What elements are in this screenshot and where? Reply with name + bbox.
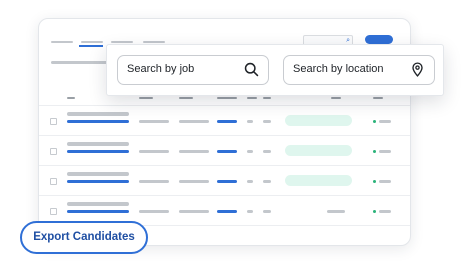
tab-placeholder[interactable] <box>51 41 73 43</box>
job-search-placeholder: Search by job <box>127 63 195 75</box>
column-header[interactable] <box>247 97 257 99</box>
row-checkbox[interactable] <box>50 148 57 155</box>
column-header[interactable] <box>263 97 271 99</box>
cell-link-placeholder[interactable] <box>217 150 237 153</box>
search-panel: Search by job Search by location <box>106 44 444 96</box>
cell-placeholder <box>179 120 209 123</box>
table-header <box>39 95 410 105</box>
cell-placeholder <box>139 210 169 213</box>
export-candidates-button[interactable]: Export Candidates <box>20 221 148 254</box>
column-header[interactable] <box>331 97 341 99</box>
status-dropdown[interactable] <box>379 150 391 153</box>
status-dropdown[interactable] <box>379 120 391 123</box>
table-row[interactable] <box>39 165 410 196</box>
candidate-name-placeholder <box>67 112 129 116</box>
column-header[interactable] <box>179 97 193 99</box>
table-row[interactable] <box>39 135 410 166</box>
row-checkbox[interactable] <box>50 118 57 125</box>
status-dot <box>373 210 376 213</box>
location-search-field[interactable]: Search by location <box>283 55 435 85</box>
candidate-link-placeholder[interactable] <box>67 120 129 123</box>
status-dot <box>373 150 376 153</box>
cell-placeholder <box>139 180 169 183</box>
candidate-name-placeholder <box>67 202 129 206</box>
cell-placeholder <box>327 210 345 213</box>
tab-placeholder[interactable] <box>143 41 165 43</box>
cell-placeholder <box>263 180 271 183</box>
column-header[interactable] <box>373 97 383 99</box>
cell-placeholder <box>263 120 271 123</box>
cell-placeholder <box>263 210 271 213</box>
candidate-name-placeholder <box>67 172 129 176</box>
column-header[interactable] <box>67 97 75 99</box>
column-header[interactable] <box>217 97 237 99</box>
cell-placeholder <box>247 150 253 153</box>
cell-placeholder <box>247 120 253 123</box>
job-search-field[interactable]: Search by job <box>117 55 269 85</box>
tab-placeholder-active[interactable] <box>81 41 103 43</box>
row-checkbox[interactable] <box>50 208 57 215</box>
status-dot <box>373 120 376 123</box>
tab-placeholder[interactable] <box>111 41 133 43</box>
search-icon <box>244 62 259 77</box>
table-row[interactable] <box>39 105 410 136</box>
cell-placeholder <box>179 150 209 153</box>
primary-action-button[interactable] <box>365 35 393 44</box>
status-badge <box>285 175 352 186</box>
candidate-link-placeholder[interactable] <box>67 150 129 153</box>
cell-placeholder <box>179 180 209 183</box>
cell-placeholder <box>139 150 169 153</box>
cell-placeholder <box>179 210 209 213</box>
candidate-link-placeholder[interactable] <box>67 180 129 183</box>
cell-placeholder <box>247 210 253 213</box>
row-checkbox[interactable] <box>50 178 57 185</box>
candidate-name-placeholder <box>67 142 129 146</box>
active-tab-underline <box>79 45 103 47</box>
location-pin-icon <box>412 62 423 77</box>
cell-link-placeholder[interactable] <box>217 180 237 183</box>
location-search-placeholder: Search by location <box>293 63 384 75</box>
candidate-link-placeholder[interactable] <box>67 210 129 213</box>
status-badge <box>285 115 352 126</box>
status-badge <box>285 145 352 156</box>
cell-placeholder <box>139 120 169 123</box>
status-dropdown[interactable] <box>379 210 391 213</box>
column-header[interactable] <box>139 97 153 99</box>
cell-placeholder <box>263 150 271 153</box>
cell-placeholder <box>247 180 253 183</box>
cell-link-placeholder[interactable] <box>217 120 237 123</box>
export-candidates-label: Export Candidates <box>33 231 135 243</box>
cell-link-placeholder[interactable] <box>217 210 237 213</box>
page-title-placeholder <box>51 61 109 64</box>
status-dot <box>373 180 376 183</box>
status-dropdown[interactable] <box>379 180 391 183</box>
